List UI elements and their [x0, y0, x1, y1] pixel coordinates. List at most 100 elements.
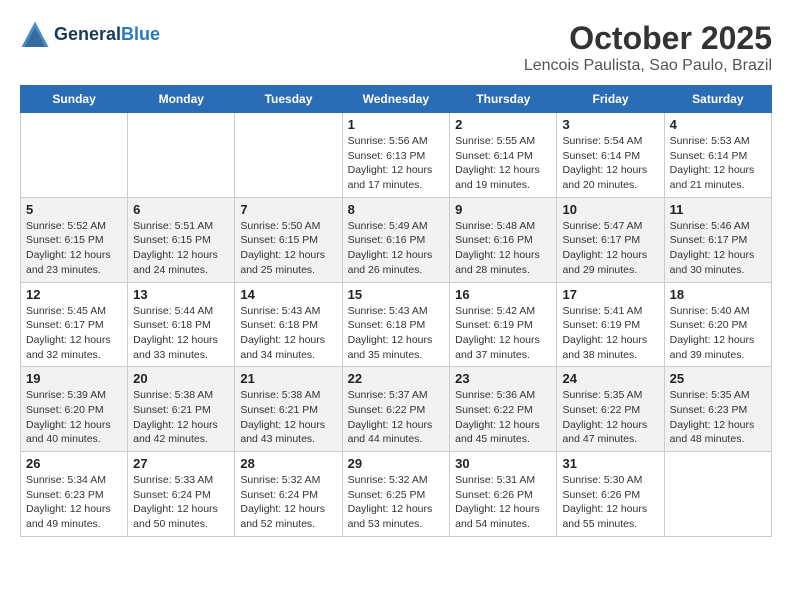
day-info: Sunrise: 5:46 AMSunset: 6:17 PMDaylight:… — [670, 219, 766, 278]
calendar-week-row: 1 Sunrise: 5:56 AMSunset: 6:13 PMDaylight… — [21, 113, 772, 198]
table-row — [664, 452, 771, 537]
table-row — [235, 113, 342, 198]
col-wednesday: Wednesday — [342, 86, 450, 113]
day-info: Sunrise: 5:41 AMSunset: 6:19 PMDaylight:… — [562, 304, 658, 363]
day-info: Sunrise: 5:36 AMSunset: 6:22 PMDaylight:… — [455, 388, 551, 447]
table-row: 9 Sunrise: 5:48 AMSunset: 6:16 PMDaylight… — [450, 197, 557, 282]
day-info: Sunrise: 5:51 AMSunset: 6:15 PMDaylight:… — [133, 219, 229, 278]
day-info: Sunrise: 5:44 AMSunset: 6:18 PMDaylight:… — [133, 304, 229, 363]
day-number: 30 — [455, 456, 551, 471]
table-row: 1 Sunrise: 5:56 AMSunset: 6:13 PMDaylight… — [342, 113, 450, 198]
day-info: Sunrise: 5:55 AMSunset: 6:14 PMDaylight:… — [455, 134, 551, 193]
day-info: Sunrise: 5:32 AMSunset: 6:25 PMDaylight:… — [348, 473, 445, 532]
page-header: GeneralBlue October 2025 Lencois Paulist… — [20, 20, 772, 75]
table-row: 30 Sunrise: 5:31 AMSunset: 6:26 PMDayligh… — [450, 452, 557, 537]
logo-blue: Blue — [121, 24, 160, 44]
day-info: Sunrise: 5:37 AMSunset: 6:22 PMDaylight:… — [348, 388, 445, 447]
table-row: 15Sunrise: 5:43 AMSunset: 6:18 PMDayligh… — [342, 282, 450, 367]
day-info: Sunrise: 5:32 AMSunset: 6:24 PMDaylight:… — [240, 473, 336, 532]
day-info: Sunrise: 5:38 AMSunset: 6:21 PMDaylight:… — [133, 388, 229, 447]
day-number: 20 — [133, 371, 229, 386]
logo-icon — [20, 20, 50, 50]
day-number: 23 — [455, 371, 551, 386]
day-number: 26 — [26, 456, 122, 471]
table-row: 20 Sunrise: 5:38 AMSunset: 6:21 PMDayligh… — [128, 367, 235, 452]
day-info: Sunrise: 5:53 AMSunset: 6:14 PMDaylight:… — [670, 134, 766, 193]
calendar-week-row: 26Sunrise: 5:34 AMSunset: 6:23 PMDayligh… — [21, 452, 772, 537]
table-row: 5 Sunrise: 5:52 AMSunset: 6:15 PMDaylight… — [21, 197, 128, 282]
table-row: 25 Sunrise: 5:35 AMSunset: 6:23 PMDayligh… — [664, 367, 771, 452]
day-info: Sunrise: 5:42 AMSunset: 6:19 PMDaylight:… — [455, 304, 551, 363]
day-info: Sunrise: 5:54 AMSunset: 6:14 PMDaylight:… — [562, 134, 658, 193]
day-info: Sunrise: 5:35 AMSunset: 6:23 PMDaylight:… — [670, 388, 766, 447]
title-block: October 2025 Lencois Paulista, Sao Paulo… — [524, 20, 772, 75]
day-info: Sunrise: 5:49 AMSunset: 6:16 PMDaylight:… — [348, 219, 445, 278]
day-number: 10 — [562, 202, 658, 217]
day-number: 25 — [670, 371, 766, 386]
calendar-week-row: 5 Sunrise: 5:52 AMSunset: 6:15 PMDaylight… — [21, 197, 772, 282]
day-info: Sunrise: 5:40 AMSunset: 6:20 PMDaylight:… — [670, 304, 766, 363]
table-row: 26Sunrise: 5:34 AMSunset: 6:23 PMDayligh… — [21, 452, 128, 537]
table-row — [21, 113, 128, 198]
table-row: 28Sunrise: 5:32 AMSunset: 6:24 PMDayligh… — [235, 452, 342, 537]
col-saturday: Saturday — [664, 86, 771, 113]
day-number: 6 — [133, 202, 229, 217]
table-row: 19 Sunrise: 5:39 AMSunset: 6:20 PMDayligh… — [21, 367, 128, 452]
day-number: 18 — [670, 287, 766, 302]
day-info: Sunrise: 5:56 AMSunset: 6:13 PMDaylight:… — [348, 134, 445, 193]
day-info: Sunrise: 5:33 AMSunset: 6:24 PMDaylight:… — [133, 473, 229, 532]
col-thursday: Thursday — [450, 86, 557, 113]
day-info: Sunrise: 5:50 AMSunset: 6:15 PMDaylight:… — [240, 219, 336, 278]
day-number: 5 — [26, 202, 122, 217]
day-info: Sunrise: 5:35 AMSunset: 6:22 PMDaylight:… — [562, 388, 658, 447]
day-number: 16 — [455, 287, 551, 302]
table-row: 31Sunrise: 5:30 AMSunset: 6:26 PMDayligh… — [557, 452, 664, 537]
day-number: 13 — [133, 287, 229, 302]
table-row: 23 Sunrise: 5:36 AMSunset: 6:22 PMDayligh… — [450, 367, 557, 452]
table-row: 21Sunrise: 5:38 AMSunset: 6:21 PMDayligh… — [235, 367, 342, 452]
table-row: 29 Sunrise: 5:32 AMSunset: 6:25 PMDayligh… — [342, 452, 450, 537]
col-sunday: Sunday — [21, 86, 128, 113]
day-info: Sunrise: 5:43 AMSunset: 6:18 PMDaylight:… — [240, 304, 336, 363]
table-row: 2Sunrise: 5:55 AMSunset: 6:14 PMDaylight… — [450, 113, 557, 198]
location-subtitle: Lencois Paulista, Sao Paulo, Brazil — [524, 57, 772, 75]
table-row: 7Sunrise: 5:50 AMSunset: 6:15 PMDaylight… — [235, 197, 342, 282]
col-tuesday: Tuesday — [235, 86, 342, 113]
table-row: 8 Sunrise: 5:49 AMSunset: 6:16 PMDaylight… — [342, 197, 450, 282]
month-title: October 2025 — [524, 20, 772, 57]
day-info: Sunrise: 5:45 AMSunset: 6:17 PMDaylight:… — [26, 304, 122, 363]
table-row: 22 Sunrise: 5:37 AMSunset: 6:22 PMDayligh… — [342, 367, 450, 452]
calendar-table: Sunday Monday Tuesday Wednesday Thursday… — [20, 85, 772, 537]
table-row: 17 Sunrise: 5:41 AMSunset: 6:19 PMDayligh… — [557, 282, 664, 367]
day-info: Sunrise: 5:43 AMSunset: 6:18 PMDaylight:… — [348, 304, 445, 363]
table-row: 3Sunrise: 5:54 AMSunset: 6:14 PMDaylight… — [557, 113, 664, 198]
table-row: 27 Sunrise: 5:33 AMSunset: 6:24 PMDayligh… — [128, 452, 235, 537]
table-row: 16 Sunrise: 5:42 AMSunset: 6:19 PMDayligh… — [450, 282, 557, 367]
table-row: 4Sunrise: 5:53 AMSunset: 6:14 PMDaylight… — [664, 113, 771, 198]
day-number: 9 — [455, 202, 551, 217]
calendar-header-row: Sunday Monday Tuesday Wednesday Thursday… — [21, 86, 772, 113]
logo: GeneralBlue — [20, 20, 160, 50]
table-row: 11 Sunrise: 5:46 AMSunset: 6:17 PMDayligh… — [664, 197, 771, 282]
day-info: Sunrise: 5:39 AMSunset: 6:20 PMDaylight:… — [26, 388, 122, 447]
day-number: 27 — [133, 456, 229, 471]
day-info: Sunrise: 5:31 AMSunset: 6:26 PMDaylight:… — [455, 473, 551, 532]
day-number: 11 — [670, 202, 766, 217]
calendar-week-row: 19 Sunrise: 5:39 AMSunset: 6:20 PMDayligh… — [21, 367, 772, 452]
day-info: Sunrise: 5:30 AMSunset: 6:26 PMDaylight:… — [562, 473, 658, 532]
day-number: 22 — [348, 371, 445, 386]
table-row: 13 Sunrise: 5:44 AMSunset: 6:18 PMDayligh… — [128, 282, 235, 367]
day-number: 1 — [348, 117, 445, 132]
calendar-week-row: 12Sunrise: 5:45 AMSunset: 6:17 PMDayligh… — [21, 282, 772, 367]
day-info: Sunrise: 5:48 AMSunset: 6:16 PMDaylight:… — [455, 219, 551, 278]
day-number: 29 — [348, 456, 445, 471]
day-info: Sunrise: 5:52 AMSunset: 6:15 PMDaylight:… — [26, 219, 122, 278]
day-number: 17 — [562, 287, 658, 302]
table-row: 18 Sunrise: 5:40 AMSunset: 6:20 PMDayligh… — [664, 282, 771, 367]
col-monday: Monday — [128, 86, 235, 113]
day-info: Sunrise: 5:38 AMSunset: 6:21 PMDaylight:… — [240, 388, 336, 447]
table-row: 12Sunrise: 5:45 AMSunset: 6:17 PMDayligh… — [21, 282, 128, 367]
table-row: 10Sunrise: 5:47 AMSunset: 6:17 PMDayligh… — [557, 197, 664, 282]
day-number: 19 — [26, 371, 122, 386]
day-number: 8 — [348, 202, 445, 217]
